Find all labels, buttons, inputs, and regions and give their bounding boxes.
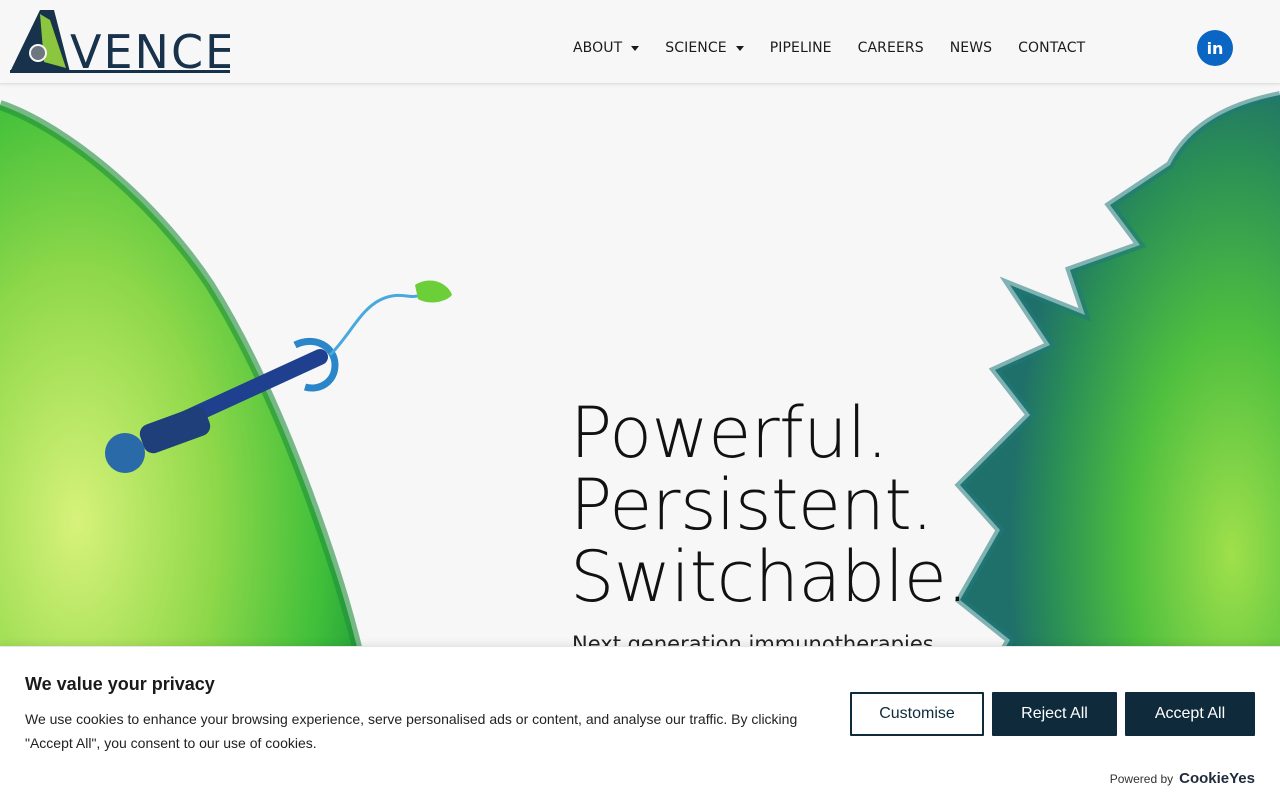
nav-about-label: ABOUT (573, 40, 623, 56)
main-nav: ABOUT SCIENCE PIPELINE CAREERS NEWS CONT… (560, 30, 1098, 66)
nav-contact-label: CONTACT (1018, 40, 1086, 56)
hero-headline: Powerful. Persistent. Switchable. (570, 392, 969, 618)
logo-text: VENCELL (70, 25, 230, 74)
powered-by[interactable]: Powered by CookieYes (1110, 770, 1255, 787)
nav-contact[interactable]: CONTACT (1005, 30, 1098, 66)
nav-science[interactable]: SCIENCE (652, 30, 756, 66)
nav-science-label: SCIENCE (665, 40, 727, 56)
headline-line-1: Powerful. (570, 392, 888, 474)
site-header: VENCELL ABOUT SCIENCE PIPELINE CAREERS N… (0, 0, 1280, 84)
page: VENCELL ABOUT SCIENCE PIPELINE CAREERS N… (0, 0, 1280, 800)
customise-button[interactable]: Customise (850, 692, 984, 736)
logo-circle (29, 44, 47, 62)
caret-down-icon (735, 45, 744, 51)
receptor-tail (328, 293, 421, 357)
accept-all-button[interactable]: Accept All (1125, 692, 1255, 736)
nav-pipeline-label: PIPELINE (769, 40, 832, 56)
linkedin-icon-text: in (1206, 38, 1224, 58)
cookie-title: We value your privacy (25, 674, 215, 694)
nav-pipeline[interactable]: PIPELINE (757, 30, 845, 66)
reject-all-button[interactable]: Reject All (992, 692, 1117, 736)
cookie-text: We use cookies to enhance your browsing … (25, 711, 798, 751)
cookie-banner: We value your privacy We use cookies to … (0, 646, 1280, 800)
avencell-logo[interactable]: VENCELL (10, 10, 230, 74)
receptor-base (105, 433, 145, 473)
headline-line-3: Switchable. (570, 536, 969, 618)
nav-news[interactable]: NEWS (937, 30, 1005, 66)
powered-by-label: Powered by (1109, 771, 1174, 786)
linkedin-icon[interactable]: in (1197, 30, 1233, 66)
nav-careers-label: CAREERS (857, 40, 924, 56)
receptor-tip (415, 280, 452, 303)
nav-careers[interactable]: CAREERS (845, 30, 937, 66)
nav-about[interactable]: ABOUT (560, 30, 652, 66)
cookieyes-logo: CookieYes (1179, 770, 1255, 787)
nav-news-label: NEWS (949, 40, 993, 56)
caret-down-icon (631, 45, 640, 51)
headline-line-2: Persistent. (570, 464, 934, 546)
